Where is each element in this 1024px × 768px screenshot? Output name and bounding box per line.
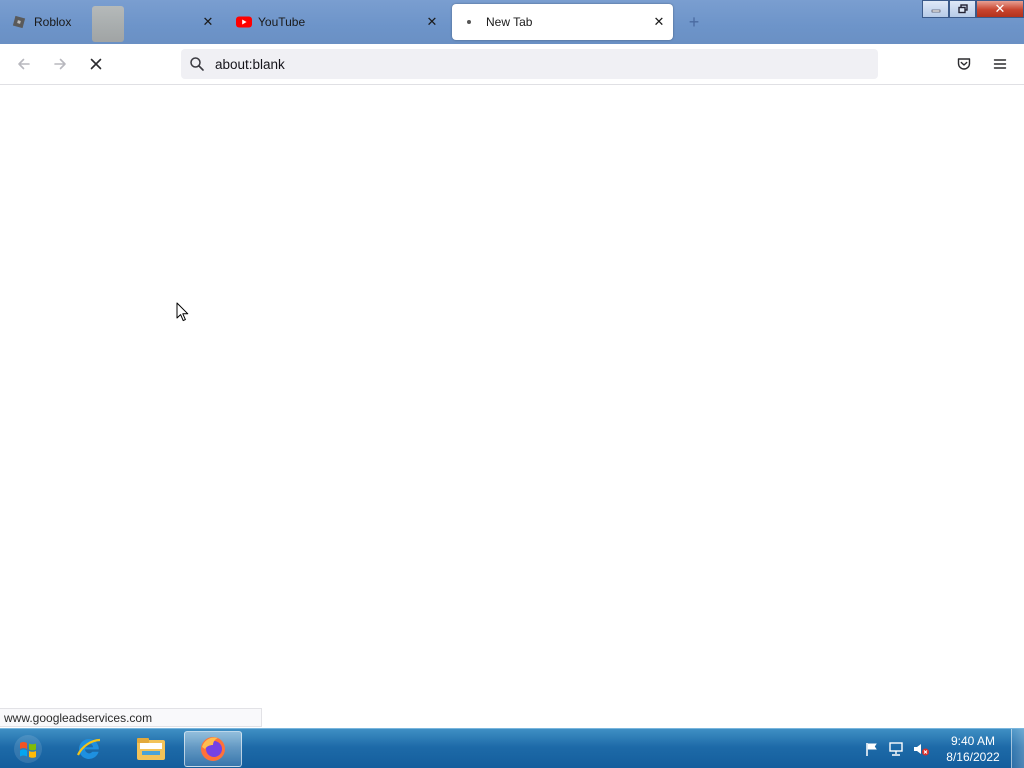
taskbar: 9:40 AM 8/16/2022: [0, 728, 1024, 768]
windows-logo-icon: [14, 735, 42, 763]
pocket-button[interactable]: [952, 52, 976, 76]
firefox-icon: [201, 737, 225, 761]
taskbar-file-explorer[interactable]: [122, 731, 180, 767]
show-desktop-button[interactable]: [1011, 729, 1024, 768]
search-icon: [190, 57, 204, 71]
hamburger-menu-icon: [993, 59, 1007, 69]
mouse-cursor-icon: [176, 302, 189, 322]
close-tab-icon[interactable]: ✕: [651, 14, 667, 30]
close-tab-icon[interactable]: ✕: [424, 14, 440, 30]
forward-arrow-icon: [54, 58, 66, 70]
system-tray: [864, 729, 930, 768]
tab-preview-thumbnail: [92, 6, 124, 42]
stop-loading-button[interactable]: [84, 52, 108, 76]
navigation-toolbar: [0, 44, 1024, 85]
tab-title: YouTube: [258, 15, 306, 29]
taskbar-internet-explorer[interactable]: [60, 731, 118, 767]
clock-date: 8/16/2022: [946, 750, 1000, 764]
youtube-icon: [236, 15, 252, 29]
close-icon: ✕: [994, 1, 1006, 16]
back-arrow-icon: [18, 58, 30, 70]
url-input[interactable]: [215, 56, 855, 72]
plus-icon[interactable]: +: [684, 12, 704, 32]
forward-button[interactable]: [48, 52, 72, 76]
loading-dot-icon: [464, 15, 478, 29]
window-controls: ✕: [922, 0, 1024, 20]
page-content-area: [0, 85, 1024, 728]
clock-time: 9:40 AM: [950, 734, 996, 748]
tab-title: New Tab: [486, 15, 533, 29]
tab-new-tab[interactable]: New Tab ✕: [452, 4, 673, 40]
roblox-icon: [12, 15, 26, 29]
close-tab-icon[interactable]: ✕: [200, 14, 216, 30]
status-bar-url: www.googleadservices.com: [0, 708, 262, 727]
action-center-flag-icon[interactable]: [864, 741, 880, 757]
tab-youtube[interactable]: YouTube ✕: [226, 4, 446, 40]
close-window-button[interactable]: ✕: [976, 0, 1024, 18]
minimize-icon[interactable]: [922, 0, 949, 18]
volume-muted-icon[interactable]: [912, 741, 930, 757]
menu-button[interactable]: [988, 52, 1012, 76]
back-button[interactable]: [12, 52, 36, 76]
network-icon[interactable]: [888, 741, 904, 757]
stop-icon: [90, 58, 102, 70]
address-bar[interactable]: [181, 49, 878, 79]
restore-icon[interactable]: [949, 0, 976, 18]
taskbar-firefox[interactable]: [184, 731, 242, 767]
start-button[interactable]: [6, 731, 50, 767]
tab-strip: Roblox ✕ YouTube ✕ New Tab ✕ + ✕: [0, 0, 1024, 44]
file-explorer-icon: [137, 738, 165, 760]
pocket-icon: [957, 58, 971, 70]
internet-explorer-icon: [76, 738, 101, 759]
system-clock[interactable]: 9:40 AM 8/16/2022: [940, 733, 1006, 765]
